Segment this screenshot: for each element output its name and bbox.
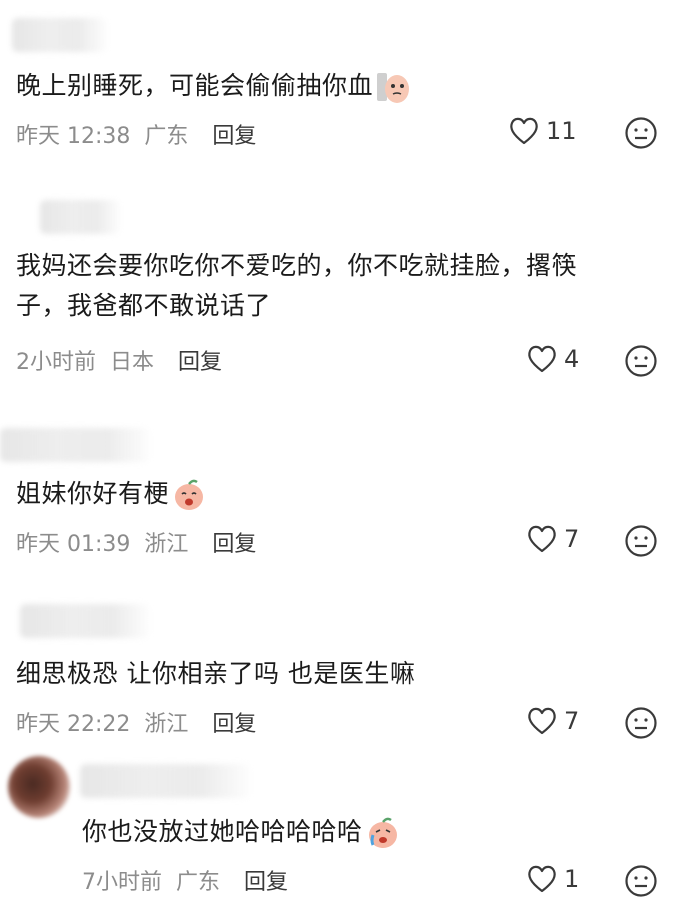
timestamp: 昨天 22:22: [16, 712, 131, 737]
reply-button[interactable]: 回复: [212, 712, 256, 737]
comment-item: 我妈还会要你吃你不爱吃的，你不吃就挂脸，撂筷 子，我爸都不敢说话了 2小时前 日本…: [0, 190, 690, 410]
username-blurred[interactable]: [40, 200, 120, 234]
comment-text-line: 我妈还会要你吃你不爱吃的，你不吃就挂脸，撂筷: [16, 251, 578, 280]
meh-face-icon[interactable]: [624, 344, 658, 378]
heart-outline-icon: [528, 707, 556, 735]
like-button[interactable]: 7: [526, 706, 579, 736]
heart-outline-icon: [528, 865, 556, 893]
username-blurred[interactable]: [12, 18, 107, 52]
timestamp: 昨天 12:38: [16, 124, 131, 149]
timestamp: 2小时前: [16, 350, 96, 375]
meh-face-icon[interactable]: [624, 116, 658, 150]
location: 日本: [110, 350, 155, 375]
comment-text: 晚上别睡死，可能会偷偷抽你血: [16, 66, 411, 106]
wary-face-sticker-icon: [377, 73, 410, 103]
like-count: 7: [564, 525, 580, 553]
username-blurred[interactable]: [20, 604, 150, 638]
reply-button[interactable]: 回复: [212, 124, 256, 149]
comment-text: 细思极恐 让你相亲了吗 也是医生嘛: [16, 659, 416, 688]
like-button[interactable]: 11: [508, 116, 577, 146]
comment-meta: 2小时前 日本 回复: [16, 344, 236, 376]
username-blurred[interactable]: [0, 428, 150, 462]
like-count: 1: [564, 865, 580, 893]
comment-text: 我妈还会要你吃你不爱吃的，你不吃就挂脸，撂筷 子，我爸都不敢说话了: [16, 246, 577, 326]
timestamp: 7小时前: [82, 870, 162, 895]
heart-outline-icon: [528, 525, 556, 553]
location: 广东: [176, 870, 221, 895]
reply-button[interactable]: 回复: [244, 870, 288, 895]
comment-meta: 7小时前 广东 回复: [82, 864, 302, 896]
comment-text-line: 子，我爸都不敢说话了: [16, 291, 272, 320]
comment-meta: 昨天 01:39 浙江 回复: [16, 526, 270, 558]
timestamp: 昨天 01:39: [16, 532, 131, 557]
comment-reply-item: 你也没放过她哈哈哈哈哈 7小时前 广东 回复 1: [0, 750, 690, 920]
laughing-peach-sticker-icon: [175, 479, 204, 510]
like-count: 11: [546, 117, 577, 145]
location: 浙江: [144, 712, 189, 737]
like-count: 4: [564, 345, 580, 373]
comment-meta: 昨天 12:38 广东 回复: [16, 118, 270, 150]
meh-face-icon[interactable]: [624, 864, 658, 898]
username-blurred[interactable]: [80, 764, 250, 798]
comment-meta: 昨天 22:22 浙江 回复: [16, 706, 270, 738]
reply-button[interactable]: 回复: [212, 532, 256, 557]
like-button[interactable]: 4: [526, 344, 579, 374]
meh-face-icon[interactable]: [624, 524, 658, 558]
comment-text: 你也没放过她哈哈哈哈哈: [82, 812, 401, 852]
avatar[interactable]: [8, 756, 70, 818]
heart-outline-icon: [528, 345, 556, 373]
meh-face-icon[interactable]: [624, 706, 658, 740]
comment-item: 姐妹你好有梗 昨天 01:39 浙江 回复 7: [0, 410, 690, 590]
heart-outline-icon: [510, 117, 538, 145]
like-button[interactable]: 1: [526, 864, 579, 894]
crying-laugh-peach-sticker-icon: [368, 817, 397, 848]
location: 浙江: [144, 532, 189, 557]
like-button[interactable]: 7: [526, 524, 579, 554]
location: 广东: [144, 124, 189, 149]
comment-item: 细思极恐 让你相亲了吗 也是医生嘛 昨天 22:22 浙江 回复 7: [0, 590, 690, 750]
comment-text: 姐妹你好有梗: [16, 474, 207, 514]
like-count: 7: [564, 707, 580, 735]
comment-item: 晚上别睡死，可能会偷偷抽你血 昨天 12:38 广东 回复 11: [0, 0, 690, 190]
reply-button[interactable]: 回复: [178, 350, 222, 375]
